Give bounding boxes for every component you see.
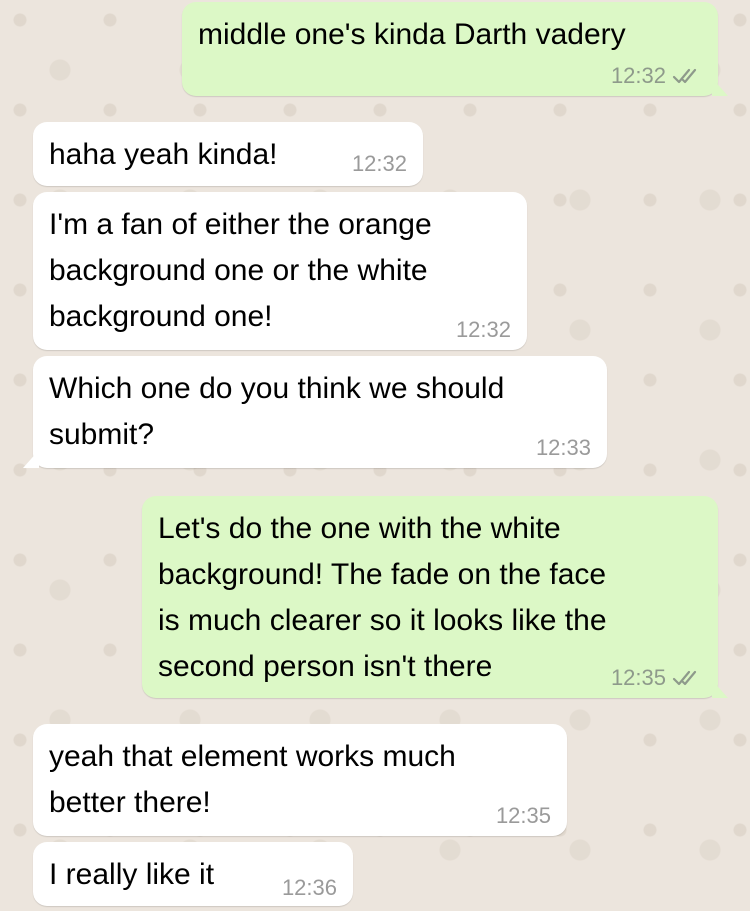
message-time: 12:33 [535,435,591,460]
message-line: middle one's kinda Darth vadery [198,18,626,51]
message-meta: 12:33 [536,436,591,460]
message-time: 12:35 [610,665,666,690]
message-bubble-incoming[interactable]: I'm a fan of either the orange backgroun… [33,192,527,350]
message-line: is much clearer so it looks like the [158,604,607,637]
message-line: I'm a fan of either the orange [49,208,432,241]
message-line: Let's do the one with the white [158,512,561,545]
message-meta: 12:35 [496,804,551,828]
message-line: background one or the white [49,254,428,287]
message-bubble-incoming[interactable]: Which one do you think we should submit?… [23,356,607,468]
message-line: second person isn't there [158,650,493,683]
message-time: 12:36 [281,875,337,900]
bubble-tail [712,680,728,698]
message-text: haha yeah kinda! [49,132,278,178]
bubble-tail [23,450,39,468]
message-line: submit? [49,418,155,451]
message-bubble-outgoing[interactable]: Let's do the one with the white backgrou… [142,496,728,698]
message-meta: 12:32 [611,64,702,88]
double-check-icon [672,68,697,84]
message-line: background one! [49,300,273,333]
message-time: 12:32 [455,317,511,342]
message-time: 12:32 [610,63,666,88]
message-text: I'm a fan of either the orange backgroun… [49,202,432,340]
bubble-tail [712,78,728,96]
message-text: Let's do the one with the white backgrou… [158,506,607,690]
message-meta: 12:32 [352,152,407,176]
message-time: 12:35 [495,803,551,828]
message-line: I really like it [49,858,215,891]
message-bubble-incoming[interactable]: I really like it 12:36 [33,842,353,906]
message-meta: 12:36 [282,876,337,900]
message-text: middle one's kinda Darth vadery [198,12,626,58]
message-text: Which one do you think we should submit? [49,366,504,458]
message-bubble-incoming[interactable]: haha yeah kinda! 12:32 [33,122,423,186]
message-text: yeah that element works much better ther… [49,734,456,826]
message-line: better there! [49,786,211,819]
message-line: haha yeah kinda! [49,138,278,171]
double-check-icon [672,670,697,686]
message-meta: 12:35 [611,666,702,690]
message-line: background! The fade on the face [158,558,607,591]
message-line: yeah that element works much [49,740,456,773]
message-text: I really like it [49,852,214,898]
message-time: 12:32 [351,151,407,176]
message-meta: 12:32 [456,318,511,342]
message-bubble-outgoing[interactable]: middle one's kinda Darth vadery 12:32 [182,2,728,96]
message-bubble-incoming[interactable]: yeah that element works much better ther… [33,724,567,836]
message-line: Which one do you think we should [49,372,505,405]
